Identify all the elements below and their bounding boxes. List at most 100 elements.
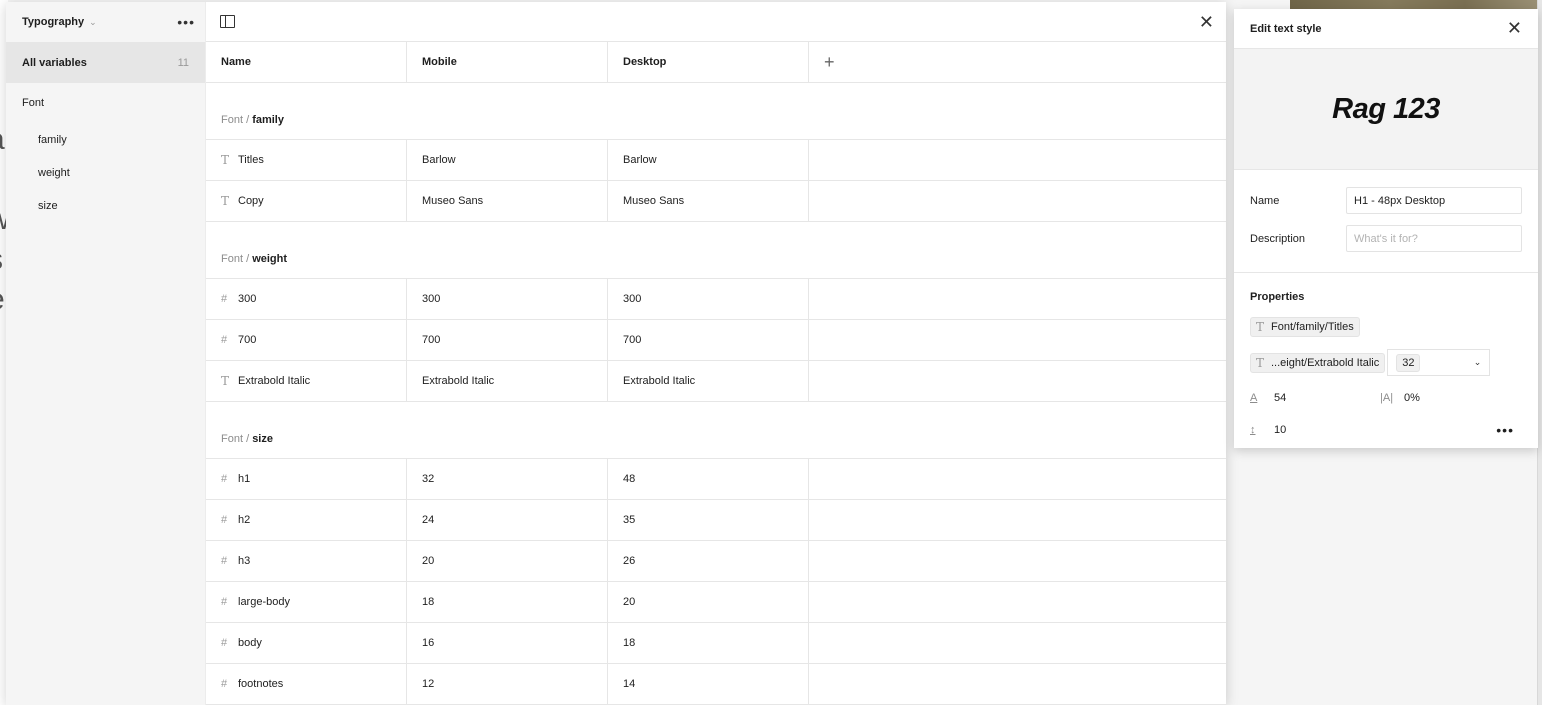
number-variable-icon: #	[221, 637, 228, 649]
text-variable-icon: T	[221, 374, 230, 388]
font-family-chip[interactable]: T Font/family/Titles	[1250, 317, 1360, 337]
chevron-down-icon[interactable]: ⌄	[89, 17, 97, 28]
text-style-preview: Rag 123	[1234, 49, 1538, 170]
table-row[interactable]: # h2 24 35	[206, 500, 1226, 541]
desktop-value-cell[interactable]: 300	[608, 279, 809, 319]
empty-cell	[809, 541, 1226, 581]
desktop-value-cell[interactable]: 18	[608, 623, 809, 663]
sidebar-item-family[interactable]: family	[6, 123, 205, 156]
variable-name-cell[interactable]: # h2	[206, 500, 407, 540]
chevron-down-icon[interactable]: ⌄	[1474, 357, 1482, 368]
text-variable-icon: T	[1256, 320, 1265, 334]
edit-text-style-panel: Edit text style ✕ Rag 123 Name Descripti…	[1234, 9, 1538, 448]
table-row[interactable]: T Titles Barlow Barlow	[206, 140, 1226, 181]
desktop-value-cell[interactable]: 26	[608, 541, 809, 581]
description-input[interactable]	[1346, 225, 1522, 252]
variable-name-cell[interactable]: # large-body	[206, 582, 407, 622]
description-label: Description	[1250, 232, 1306, 245]
paragraph-spacing-value[interactable]: 10	[1274, 424, 1380, 436]
sidebar-item-weight[interactable]: weight	[6, 156, 205, 189]
line-height-value[interactable]: 54	[1274, 392, 1380, 404]
desktop-value-cell[interactable]: 35	[608, 500, 809, 540]
table-row[interactable]: # footnotes 12 14	[206, 664, 1226, 705]
table-row[interactable]: #300 300 300	[206, 279, 1226, 320]
table-row[interactable]: T Copy Museo Sans Museo Sans	[206, 181, 1226, 222]
sidebar-group-font[interactable]: Font	[6, 83, 205, 123]
group-name: size	[252, 433, 273, 445]
variable-name: h1	[238, 473, 251, 485]
letter-spacing-value[interactable]: 0%	[1404, 392, 1420, 404]
line-height-row: A 54 |A| 0%	[1250, 388, 1522, 408]
panel-header: Edit text style ✕	[1234, 9, 1538, 49]
table-row[interactable]: # h3 20 26	[206, 541, 1226, 582]
variable-name-cell[interactable]: # body	[206, 623, 407, 663]
mobile-value-cell[interactable]: Barlow	[407, 140, 608, 180]
add-mode-icon[interactable]: +	[824, 52, 835, 73]
paragraph-spacing-icon: ↕	[1250, 424, 1256, 436]
column-header-mobile[interactable]: Mobile	[407, 42, 608, 82]
mobile-value-cell[interactable]: 700	[407, 320, 608, 360]
table-row[interactable]: #700 700 700	[206, 320, 1226, 361]
table-row[interactable]: # body 16 18	[206, 623, 1226, 664]
table-row[interactable]: T Extrabold Italic Extrabold Italic Extrabo…	[206, 361, 1226, 402]
toolbar: ✕	[206, 2, 1226, 41]
variable-name-cell[interactable]: T Titles	[206, 140, 407, 180]
font-family-row: T Font/family/Titles	[1250, 317, 1522, 337]
empty-cell	[809, 500, 1226, 540]
font-weight-value: ...eight/Extrabold Italic	[1271, 356, 1380, 369]
variable-name-cell[interactable]: # footnotes	[206, 664, 407, 704]
variable-name: 700	[238, 334, 257, 346]
mobile-value-cell[interactable]: 32	[407, 459, 608, 499]
mobile-value-cell[interactable]: Extrabold Italic	[407, 361, 608, 401]
empty-cell	[809, 623, 1226, 663]
name-input[interactable]	[1346, 187, 1522, 214]
variable-name-cell[interactable]: # h3	[206, 541, 407, 581]
sidebar-toggle-icon[interactable]	[220, 15, 235, 28]
variable-name-cell[interactable]: # h1	[206, 459, 407, 499]
mobile-value-cell[interactable]: 16	[407, 623, 608, 663]
column-header-desktop[interactable]: Desktop	[608, 42, 809, 82]
desktop-value-cell[interactable]: Museo Sans	[608, 181, 809, 221]
more-options-icon[interactable]: •••	[1496, 422, 1514, 438]
font-weight-chip[interactable]: T ...eight/Extrabold Italic	[1250, 352, 1386, 373]
letter-spacing-icon: |A|	[1380, 392, 1394, 404]
desktop-value-cell[interactable]: Extrabold Italic	[608, 361, 809, 401]
close-icon[interactable]: ✕	[1199, 13, 1214, 31]
mobile-value-cell[interactable]: 20	[407, 541, 608, 581]
variable-name: large-body	[238, 596, 290, 608]
variable-name: h2	[238, 514, 251, 526]
mobile-value-cell[interactable]: Museo Sans	[407, 181, 608, 221]
desktop-value-cell[interactable]: 700	[608, 320, 809, 360]
empty-cell	[809, 320, 1226, 360]
desktop-value-cell[interactable]: 20	[608, 582, 809, 622]
text-variable-icon: T	[221, 153, 230, 167]
mobile-value-cell[interactable]: 12	[407, 664, 608, 704]
table-row[interactable]: # h1 32 48	[206, 459, 1226, 500]
more-options-icon[interactable]: •••	[177, 14, 195, 30]
desktop-value-cell[interactable]: 14	[608, 664, 809, 704]
close-icon[interactable]: ✕	[1507, 18, 1522, 39]
properties-section: Properties T Font/family/Titles T ...eig…	[1234, 273, 1538, 440]
properties-title: Properties	[1250, 291, 1305, 303]
mobile-value-cell[interactable]: 18	[407, 582, 608, 622]
line-height-icon: A	[1250, 392, 1258, 404]
variable-name-cell[interactable]: #700	[206, 320, 407, 360]
variable-name-cell[interactable]: T Extrabold Italic	[206, 361, 407, 401]
sidebar-item-all-variables[interactable]: All variables 11	[6, 42, 205, 83]
desktop-value-cell[interactable]: 48	[608, 459, 809, 499]
sidebar-item-size[interactable]: size	[6, 189, 205, 222]
collection-selector[interactable]: Typography	[22, 16, 84, 28]
table-row[interactable]: # large-body 18 20	[206, 582, 1226, 623]
desktop-value-cell[interactable]: Barlow	[608, 140, 809, 180]
column-header-name[interactable]: Name	[206, 42, 407, 82]
mobile-value-cell[interactable]: 24	[407, 500, 608, 540]
add-column-cell: +	[809, 42, 1226, 82]
font-size-chip[interactable]: 32	[1396, 353, 1421, 372]
collection-header: Typography ⌄ •••	[6, 2, 205, 42]
empty-cell	[809, 279, 1226, 319]
font-size-field[interactable]: 32 ⌄	[1387, 349, 1491, 376]
variable-name-cell[interactable]: #300	[206, 279, 407, 319]
paragraph-spacing-row: ↕ 10 •••	[1250, 420, 1522, 440]
variable-name-cell[interactable]: T Copy	[206, 181, 407, 221]
mobile-value-cell[interactable]: 300	[407, 279, 608, 319]
